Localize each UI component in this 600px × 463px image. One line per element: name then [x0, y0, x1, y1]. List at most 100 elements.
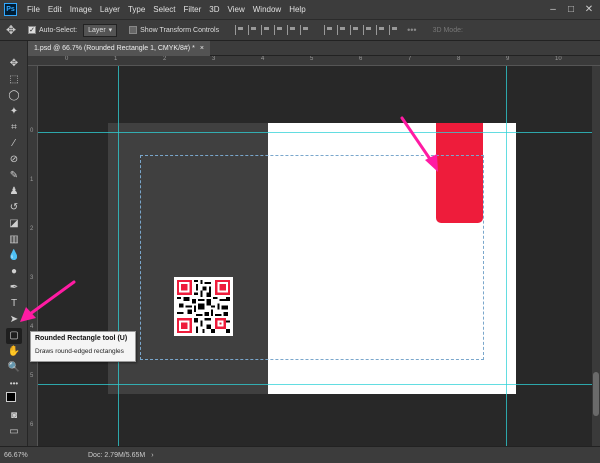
- ruler-number: 0: [30, 128, 34, 134]
- close-tab-icon[interactable]: ×: [200, 41, 204, 56]
- tools-panel: ✥ ⬚ ◯ ✦ ⌗ ⁄ ⊘ ✎ ♟ ↺ ◪ ▥ 💧 ● ✒ T ➤ ▢ ✋ 🔍 …: [0, 41, 28, 446]
- move-tool-icon[interactable]: ✥: [6, 56, 22, 72]
- tooltip-description: Draws round-edged rectangles: [35, 348, 124, 355]
- blur-tool-icon[interactable]: 💧: [6, 248, 22, 264]
- horizontal-ruler: 0 1 2 3 4 5 6 7 8 9 10: [28, 56, 600, 66]
- mode-3d-label: 3D Mode:: [432, 26, 463, 34]
- zoom-level[interactable]: 66.67%: [0, 452, 28, 459]
- status-bar: 66.67% Doc: 2.79M/5.65M ›: [0, 446, 600, 463]
- distribute-bottom-icon[interactable]: [350, 25, 360, 35]
- vertical-ruler: 0 1 2 3 4 5 6: [28, 66, 38, 446]
- distribute-vcenter-icon[interactable]: [337, 25, 347, 35]
- qr-code: [174, 277, 233, 336]
- more-tools-icon[interactable]: •••: [6, 376, 22, 392]
- guide-vertical[interactable]: [506, 66, 507, 446]
- align-buttons: [235, 25, 310, 35]
- document-tab[interactable]: 1.psd @ 66.7% (Rounded Rectangle 1, CMYK…: [28, 41, 210, 56]
- move-icon[interactable]: ✥: [0, 23, 22, 37]
- ruler-number: 0: [65, 56, 69, 62]
- auto-select-checkbox[interactable]: ✓: [28, 26, 36, 34]
- healing-brush-tool-icon[interactable]: ⊘: [6, 152, 22, 168]
- quick-mask-icon[interactable]: ◙: [6, 408, 22, 424]
- menu-window[interactable]: Window: [249, 5, 285, 14]
- layer-select-dropdown[interactable]: Layer ▾: [83, 23, 118, 37]
- menu-file[interactable]: File: [23, 5, 44, 14]
- zoom-tool-icon[interactable]: 🔍: [6, 360, 22, 376]
- align-top-icon[interactable]: [235, 25, 245, 35]
- guide-horizontal[interactable]: [38, 132, 600, 133]
- guide-horizontal[interactable]: [38, 384, 600, 385]
- chevron-down-icon: ▾: [108, 27, 113, 34]
- guide-vertical[interactable]: [118, 66, 119, 446]
- eyedropper-tool-icon[interactable]: ⁄: [6, 136, 22, 152]
- align-bottom-icon[interactable]: [261, 25, 271, 35]
- align-left-icon[interactable]: [274, 25, 284, 35]
- ruler-number: 6: [30, 422, 34, 428]
- photoshop-logo: Ps: [4, 3, 17, 16]
- menu-select[interactable]: Select: [149, 5, 179, 14]
- menu-type[interactable]: Type: [124, 5, 149, 14]
- transform-controls-checkbox[interactable]: [129, 26, 138, 34]
- gradient-tool-icon[interactable]: ▥: [6, 232, 22, 248]
- qr-code-graphic: [177, 280, 230, 333]
- menu-layer[interactable]: Layer: [96, 5, 124, 14]
- rounded-rectangle-tool-icon[interactable]: ▢: [6, 328, 22, 344]
- distribute-buttons: [324, 25, 399, 35]
- color-swatches-icon[interactable]: [6, 392, 22, 408]
- close-window-button[interactable]: ✕: [580, 0, 598, 19]
- lasso-tool-icon[interactable]: ◯: [6, 88, 22, 104]
- status-menu-arrow-icon[interactable]: ›: [151, 452, 153, 459]
- crop-tool-icon[interactable]: ⌗: [6, 120, 22, 136]
- document-tab-bar: 1.psd @ 66.7% (Rounded Rectangle 1, CMYK…: [28, 41, 600, 56]
- ruler-number: 8: [457, 56, 461, 62]
- magic-wand-tool-icon[interactable]: ✦: [6, 104, 22, 120]
- ruler-number: 2: [30, 226, 34, 232]
- align-right-icon[interactable]: [300, 25, 310, 35]
- align-hcenter-icon[interactable]: [287, 25, 297, 35]
- options-bar: ✥ ✓ Auto-Select: Layer ▾ Show Transform C…: [0, 19, 600, 41]
- ruler-number: 5: [310, 56, 314, 62]
- ruler-number: 1: [30, 177, 34, 183]
- ruler-number: 10: [555, 56, 562, 62]
- screen-mode-icon[interactable]: ▭: [6, 424, 22, 440]
- align-vcenter-icon[interactable]: [248, 25, 258, 35]
- more-options-icon[interactable]: •••: [407, 25, 416, 35]
- layer-select-value: Layer: [88, 26, 106, 34]
- history-brush-tool-icon[interactable]: ↺: [6, 200, 22, 216]
- ruler-number: 4: [261, 56, 265, 62]
- menu-edit[interactable]: Edit: [44, 5, 66, 14]
- auto-select-label: Auto-Select:: [39, 26, 78, 34]
- foreground-color[interactable]: [6, 392, 16, 402]
- distribute-left-icon[interactable]: [363, 25, 373, 35]
- hand-tool-icon[interactable]: ✋: [6, 344, 22, 360]
- distribute-top-icon[interactable]: [324, 25, 334, 35]
- ruler-number: 7: [408, 56, 412, 62]
- annotation-arrow-top: [400, 116, 438, 172]
- menu-filter[interactable]: Filter: [180, 5, 206, 14]
- menu-3d[interactable]: 3D: [205, 5, 223, 14]
- document-tab-title: 1.psd @ 66.7% (Rounded Rectangle 1, CMYK…: [34, 45, 195, 52]
- minimize-button[interactable]: –: [544, 0, 562, 19]
- ruler-number: 1: [114, 56, 118, 62]
- ruler-number: 2: [163, 56, 167, 62]
- menu-view[interactable]: View: [224, 5, 249, 14]
- ruler-number: 9: [506, 56, 510, 62]
- menu-image[interactable]: Image: [66, 5, 96, 14]
- vertical-scrollbar[interactable]: [592, 66, 600, 446]
- brush-tool-icon[interactable]: ✎: [6, 168, 22, 184]
- scrollbar-thumb[interactable]: [593, 372, 599, 416]
- menu-help[interactable]: Help: [285, 5, 309, 14]
- maximize-button[interactable]: □: [562, 0, 580, 19]
- document-info: Doc: 2.79M/5.65M: [88, 451, 146, 459]
- clone-stamp-tool-icon[interactable]: ♟: [6, 184, 22, 200]
- distribute-hcenter-icon[interactable]: [376, 25, 386, 35]
- canvas-area[interactable]: [38, 66, 600, 446]
- ruler-number: 6: [359, 56, 363, 62]
- eraser-tool-icon[interactable]: ◪: [6, 216, 22, 232]
- photoshop-window: Ps File Edit Image Layer Type Select Fil…: [0, 0, 600, 463]
- marquee-tool-icon[interactable]: ⬚: [6, 72, 22, 88]
- menu-bar: Ps File Edit Image Layer Type Select Fil…: [0, 0, 600, 19]
- tooltip-title: Rounded Rectangle tool (U): [35, 335, 128, 342]
- distribute-right-icon[interactable]: [389, 25, 399, 35]
- ruler-number: 5: [30, 373, 34, 379]
